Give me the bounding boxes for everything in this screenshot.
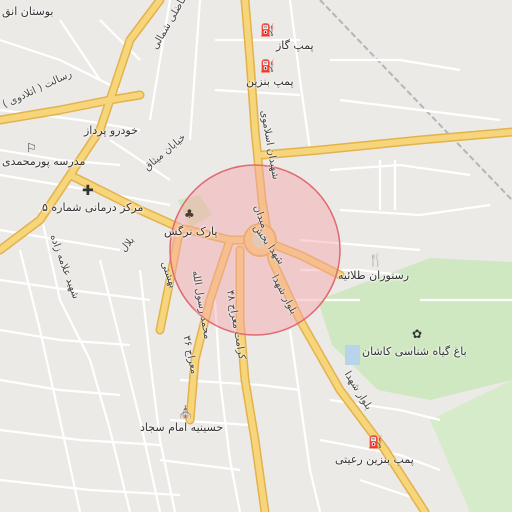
label-madrese: مدرسه پورمحمدی bbox=[2, 155, 86, 168]
label-restoran: رستوران طلائیه bbox=[338, 269, 410, 282]
fuel-pump-icon[interactable]: ⛽ bbox=[260, 60, 275, 72]
fuel-pump-icon[interactable]: ⛽ bbox=[260, 24, 275, 36]
restaurant-icon[interactable]: 🍴 bbox=[368, 254, 383, 266]
label-markaz: مرکز درمانی شماره ۵ bbox=[42, 201, 144, 214]
school-icon[interactable]: ⚐ bbox=[26, 142, 37, 154]
label-park: پارک نرگس bbox=[164, 225, 218, 238]
medical-cross-icon[interactable]: ✚ bbox=[82, 184, 94, 198]
fuel-pump-icon[interactable]: ⛽ bbox=[368, 436, 383, 448]
pond bbox=[345, 345, 360, 365]
label-khodro: خودرو پرداز bbox=[84, 124, 138, 137]
label-pomp-gaz: پمپ گاز bbox=[276, 39, 314, 52]
label-hosseinieh: حسینیه امام سجاد bbox=[140, 421, 224, 434]
label-bostan: بوستان انق bbox=[2, 5, 54, 18]
label-pomp-rayeti: پمپ بنزین رعیتی bbox=[335, 453, 414, 466]
label-pomp-benzin: پمپ بنزین bbox=[246, 75, 294, 88]
flower-icon[interactable]: ✿ bbox=[412, 328, 422, 340]
label-bagh: باغ گیاه شناسی کاشان bbox=[362, 345, 467, 358]
tree-icon[interactable]: ♣ bbox=[184, 208, 195, 220]
mosque-icon[interactable]: ⛪ bbox=[178, 406, 193, 418]
map-canvas[interactable]: بوستان انق پمپ گاز پمپ بنزین مدرسه پورمح… bbox=[0, 0, 512, 512]
